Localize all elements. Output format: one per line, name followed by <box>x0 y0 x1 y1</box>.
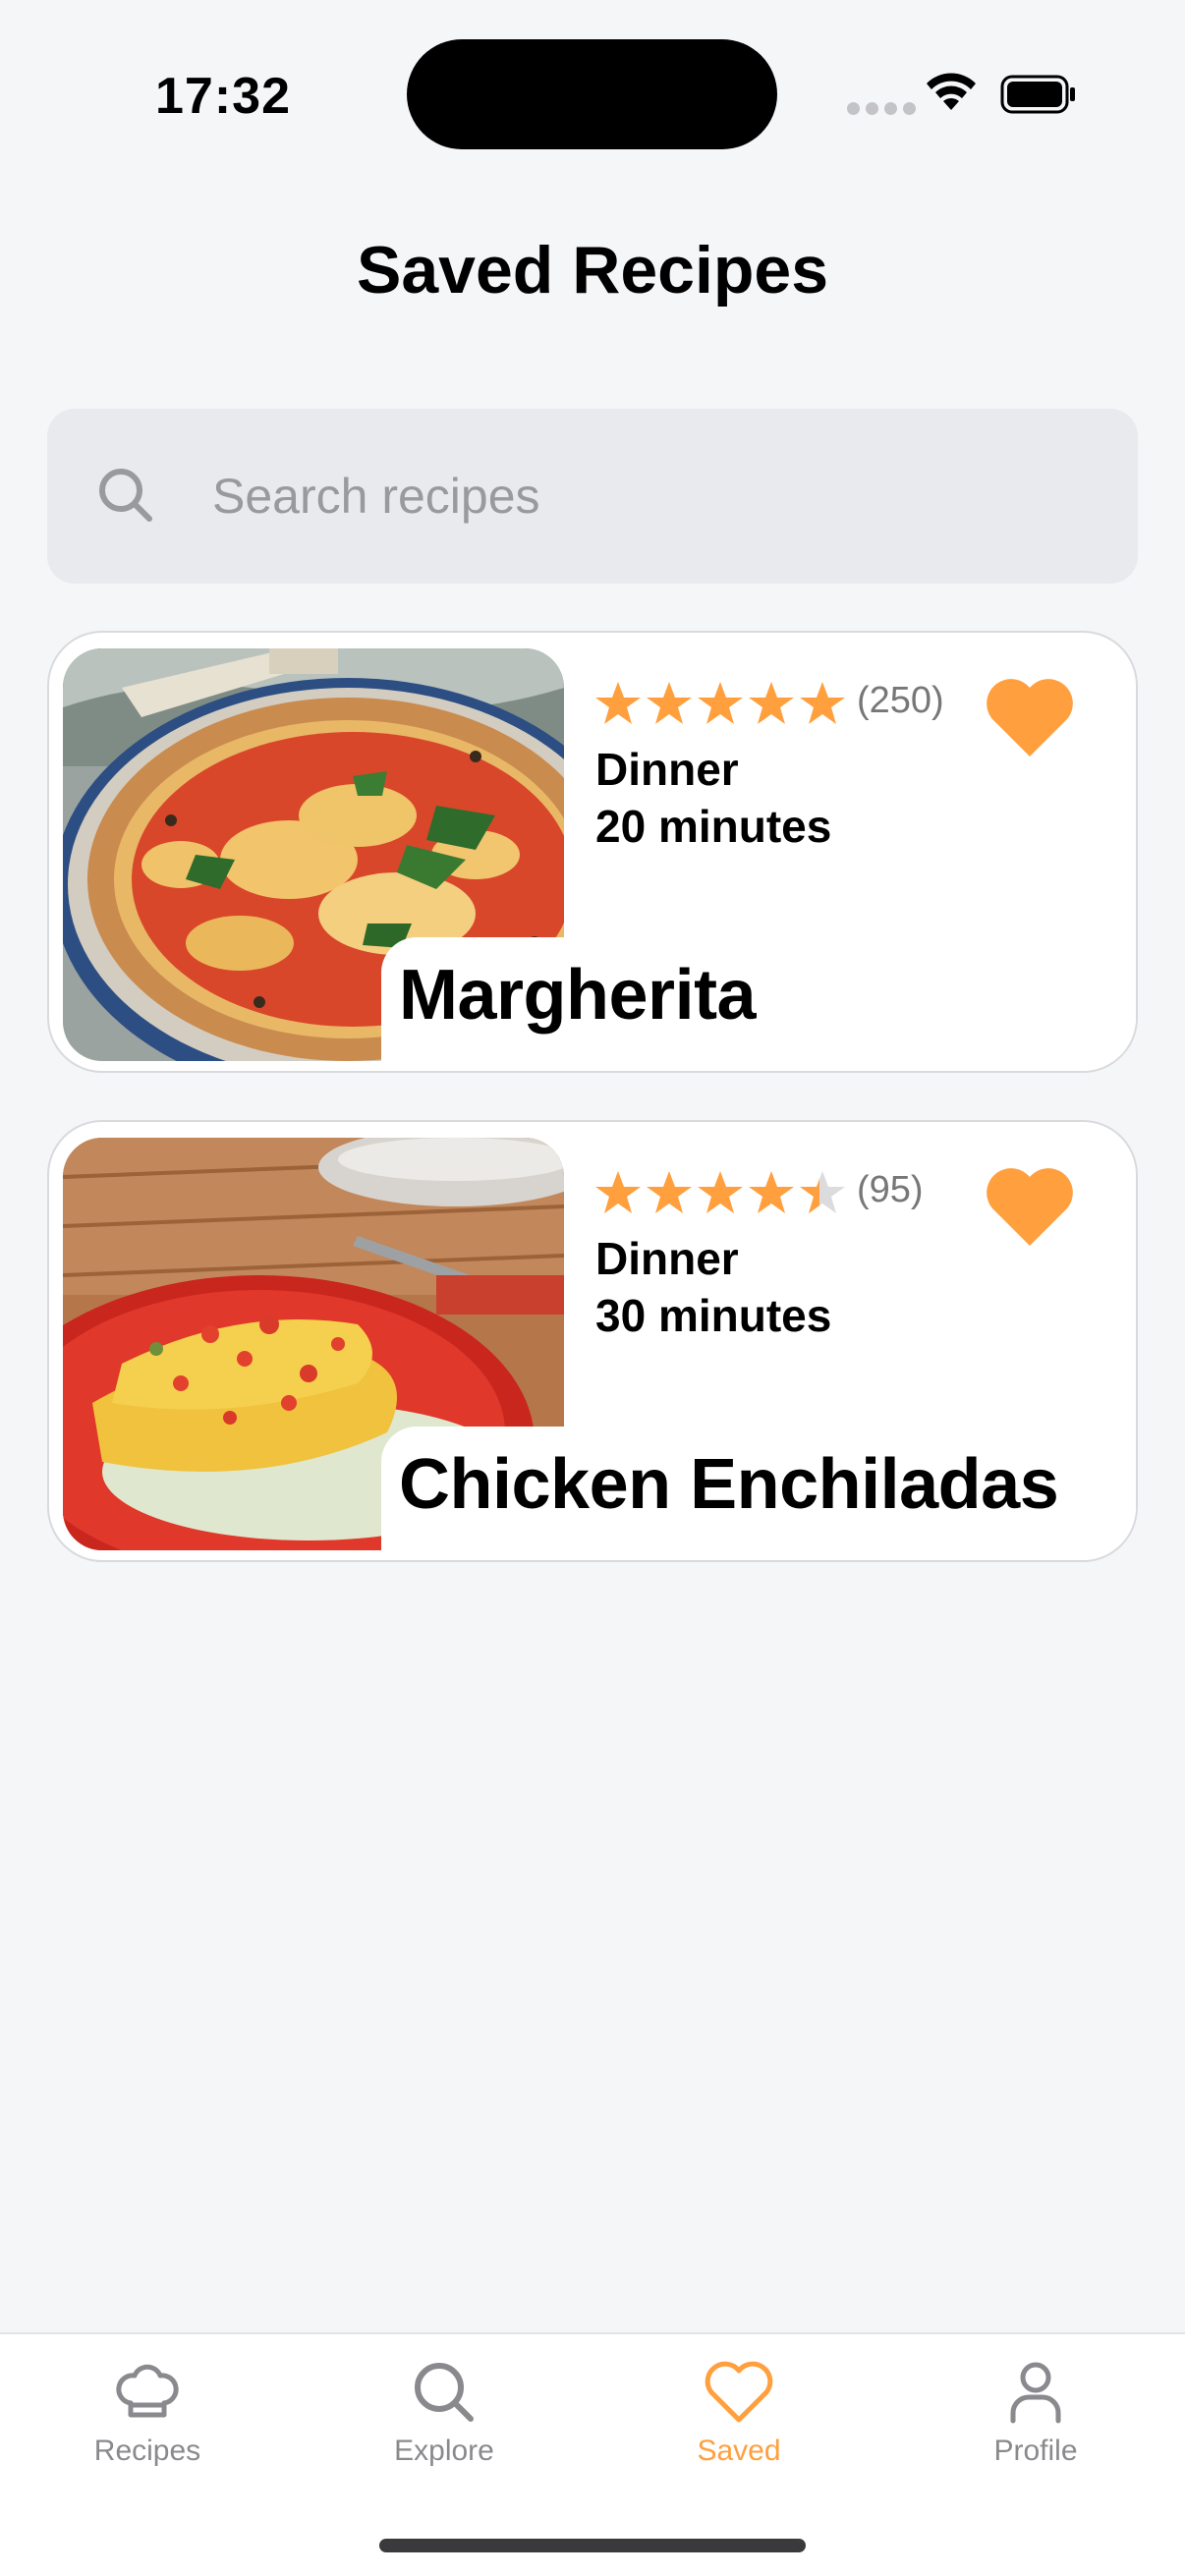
tab-explore[interactable]: Explore <box>346 2356 542 2484</box>
meal-type: Dinner <box>595 744 739 795</box>
review-count: (95) <box>857 1169 924 1210</box>
status-bar: 17:32 <box>0 0 1185 196</box>
page-title: Saved Recipes <box>356 233 829 308</box>
chef-hat-icon <box>116 2364 179 2418</box>
dynamic-island <box>407 39 777 149</box>
battery-icon <box>1000 75 1075 114</box>
star-icon <box>800 682 845 724</box>
meal-type: Dinner <box>595 1233 739 1284</box>
cook-time: 30 minutes <box>595 1290 832 1341</box>
recipe-card[interactable]: Chicken Enchiladas (95) Dinner 30 minute… <box>47 1120 1138 1562</box>
favorite-heart-icon[interactable] <box>985 1165 1075 1248</box>
review-count: (250) <box>857 680 944 721</box>
search-input[interactable] <box>212 409 1097 584</box>
star-icon <box>595 682 641 724</box>
cook-time: 20 minutes <box>595 801 832 852</box>
rating-stars <box>593 680 847 727</box>
recipe-title[interactable]: Margherita <box>399 955 757 1036</box>
search-bar[interactable] <box>47 409 1138 584</box>
recipe-title[interactable]: Chicken Enchiladas <box>399 1444 1059 1525</box>
star-icon <box>749 682 794 724</box>
star-icon <box>647 1171 692 1213</box>
tab-saved[interactable]: Saved <box>641 2356 837 2484</box>
wifi-icon <box>927 73 976 110</box>
tab-profile[interactable]: Profile <box>937 2356 1134 2484</box>
tab-recipes[interactable]: Recipes <box>49 2356 246 2484</box>
heart-icon <box>705 2361 773 2423</box>
status-time: 17:32 <box>155 68 291 125</box>
tab-label: Profile <box>993 2435 1078 2467</box>
tab-label: Recipes <box>93 2435 201 2467</box>
star-icon <box>595 1171 641 1213</box>
home-indicator[interactable] <box>379 2539 806 2552</box>
star-half-icon <box>800 1171 845 1213</box>
tab-label: Saved <box>697 2435 781 2467</box>
search-icon <box>415 2363 474 2422</box>
star-icon <box>698 682 743 724</box>
person-icon <box>1010 2362 1061 2424</box>
star-icon <box>698 1171 743 1213</box>
star-icon <box>647 682 692 724</box>
cellular-signal-icon <box>847 102 916 115</box>
search-icon <box>99 469 152 522</box>
star-icon <box>749 1171 794 1213</box>
rating-stars <box>593 1169 847 1216</box>
tab-label: Explore <box>394 2435 494 2467</box>
favorite-heart-icon[interactable] <box>985 676 1075 758</box>
recipe-card[interactable]: Margherita (250) Dinner 20 minutes <box>47 631 1138 1073</box>
